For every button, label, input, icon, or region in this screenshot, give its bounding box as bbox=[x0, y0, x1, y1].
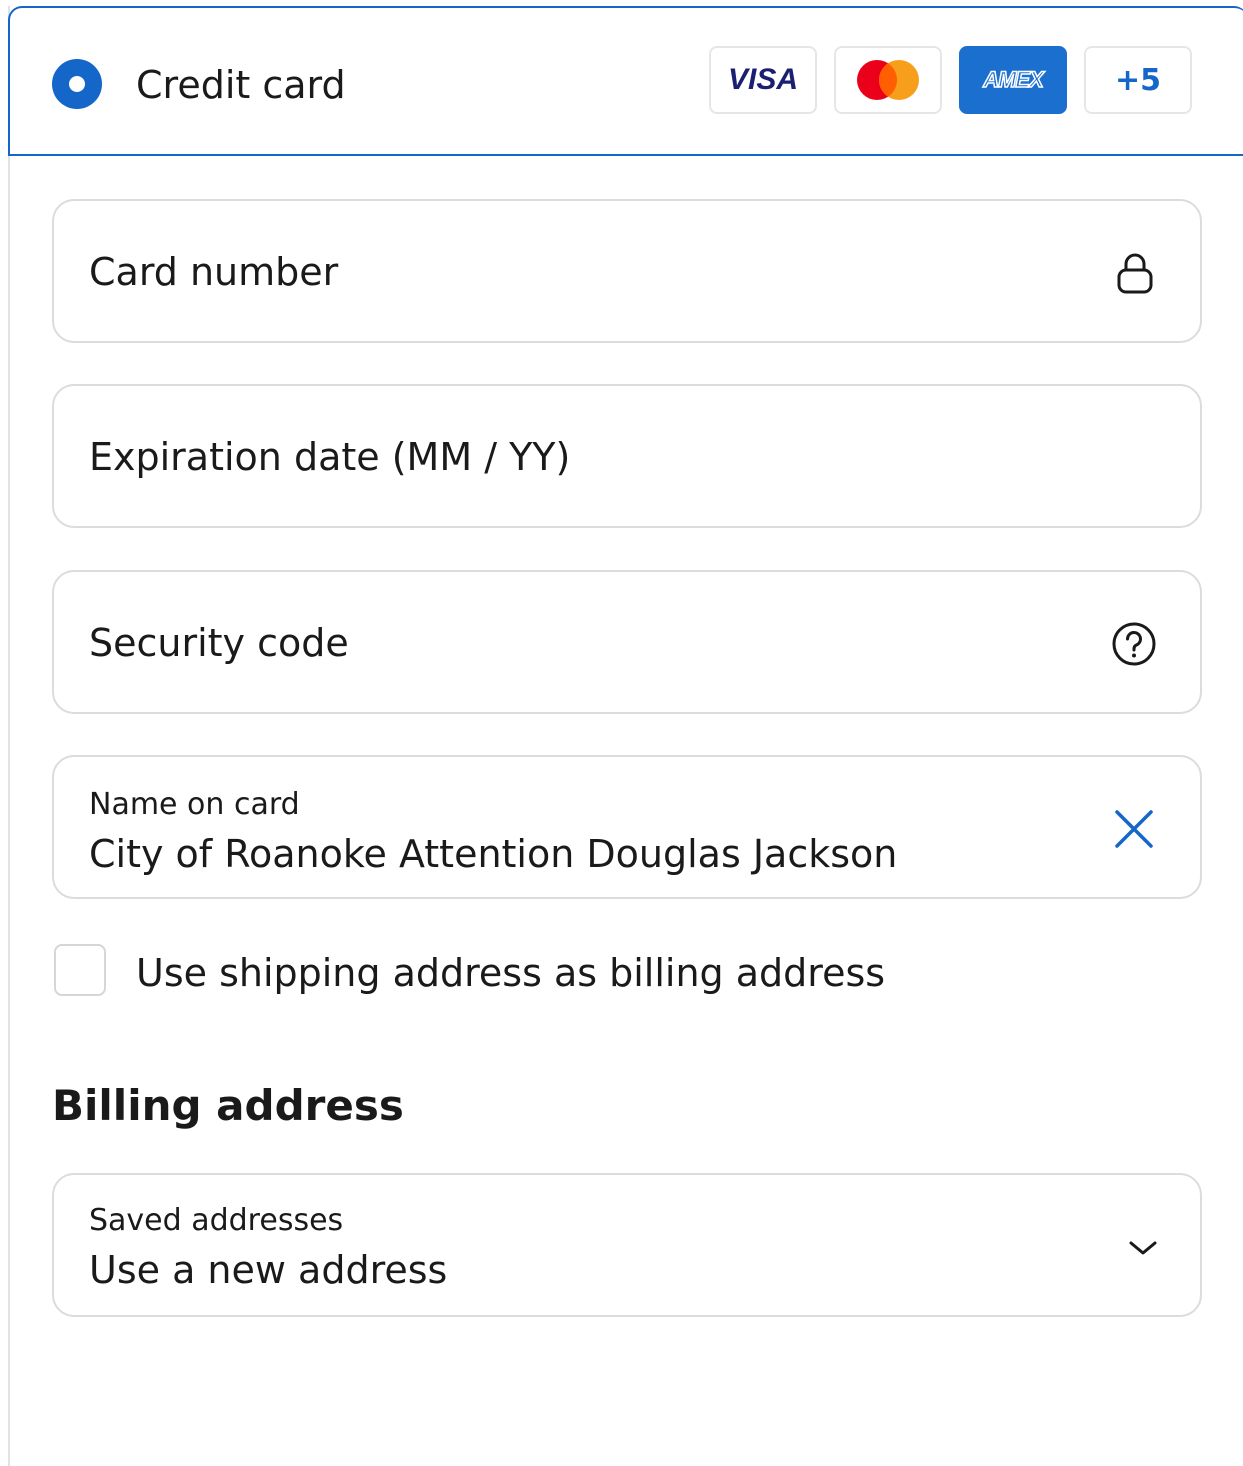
saved-addresses-label: Saved addresses bbox=[89, 1203, 344, 1238]
shipping-as-billing-label[interactable]: Use shipping address as billing address bbox=[136, 950, 885, 996]
more-card-brands-badge[interactable]: +5 bbox=[1084, 46, 1192, 114]
more-card-brands-count: +5 bbox=[1114, 62, 1161, 98]
billing-address-heading: Billing address bbox=[52, 1081, 404, 1130]
help-circle-icon[interactable] bbox=[1110, 620, 1158, 668]
mastercard-logo-icon bbox=[834, 46, 942, 114]
amex-logo-icon: AMEX bbox=[959, 46, 1067, 114]
saved-addresses-select[interactable]: Saved addresses Use a new address bbox=[52, 1173, 1202, 1317]
credit-card-label: Credit card bbox=[136, 63, 346, 107]
shipping-as-billing-checkbox[interactable] bbox=[54, 944, 106, 996]
saved-addresses-value: Use a new address bbox=[89, 1248, 448, 1292]
chevron-down-icon bbox=[1126, 1233, 1160, 1263]
visa-logo-text: VISA bbox=[727, 63, 799, 96]
security-code-input[interactable]: Security code bbox=[52, 570, 1202, 714]
name-on-card-label: Name on card bbox=[89, 787, 300, 822]
clear-x-icon[interactable] bbox=[1112, 807, 1156, 851]
lock-icon bbox=[1112, 249, 1158, 297]
expiration-date-placeholder: Expiration date (MM / YY) bbox=[89, 435, 571, 479]
card-number-input[interactable]: Card number bbox=[52, 199, 1202, 343]
mastercard-circles bbox=[857, 60, 919, 100]
credit-card-radio[interactable] bbox=[52, 59, 102, 109]
security-code-placeholder: Security code bbox=[89, 621, 349, 665]
name-on-card-value: City of Roanoke Attention Douglas Jackso… bbox=[89, 832, 898, 876]
amex-logo-text: AMEX bbox=[982, 66, 1044, 93]
visa-logo-icon: VISA bbox=[709, 46, 817, 114]
card-number-placeholder: Card number bbox=[89, 250, 339, 294]
expiration-date-input[interactable]: Expiration date (MM / YY) bbox=[52, 384, 1202, 528]
name-on-card-input[interactable]: Name on card City of Roanoke Attention D… bbox=[52, 755, 1202, 899]
